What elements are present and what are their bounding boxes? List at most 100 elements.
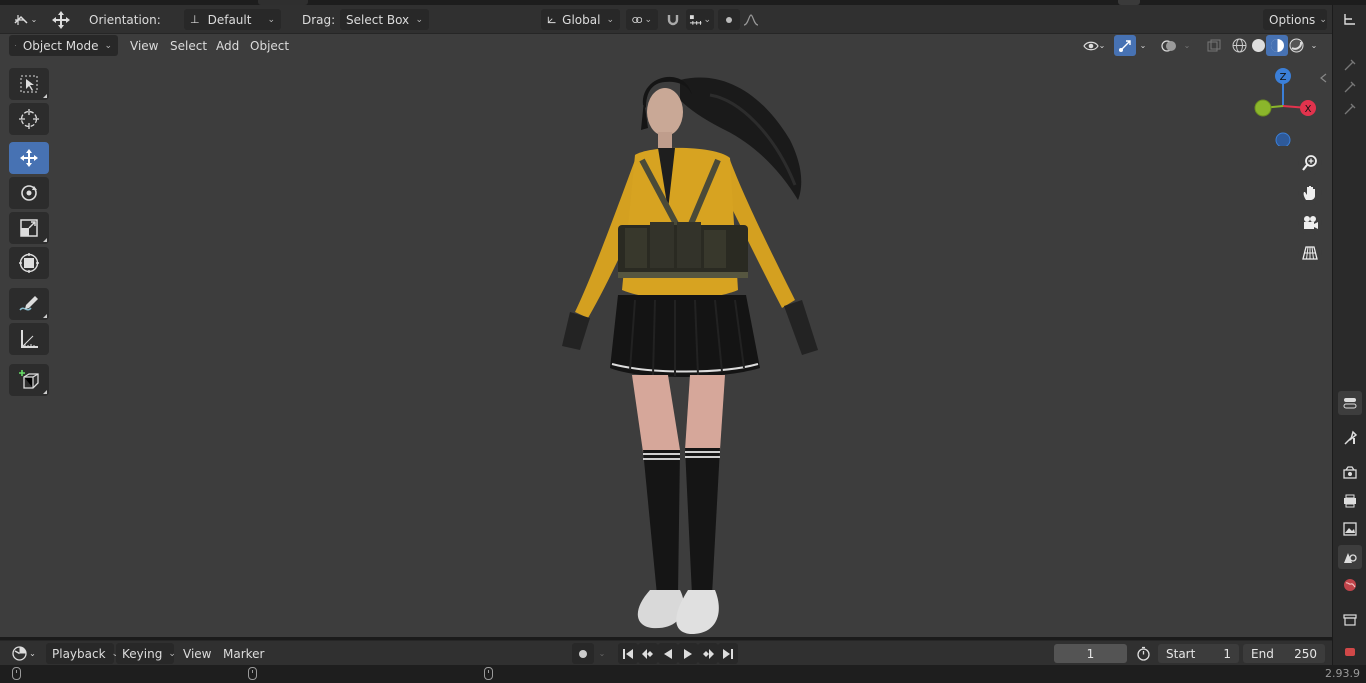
- scene-icon: [1344, 553, 1357, 563]
- menu-select[interactable]: Select: [164, 35, 213, 56]
- tab-render-properties[interactable]: [1338, 461, 1362, 485]
- tab-collection-properties[interactable]: [1338, 608, 1362, 632]
- menu-playback-label: Playback: [52, 646, 106, 661]
- mode-dropdown[interactable]: Object Mode ⌄: [9, 35, 118, 56]
- menu-marker[interactable]: Marker: [217, 643, 270, 664]
- play-button[interactable]: [678, 643, 698, 664]
- camera-view-button[interactable]: [1298, 211, 1322, 235]
- navigation-gizmo[interactable]: Z X: [1248, 66, 1318, 146]
- material-sphere-icon: [1270, 39, 1284, 52]
- xray-icon: [1207, 39, 1221, 51]
- tool-move[interactable]: [9, 142, 49, 174]
- stopwatch-icon: [1136, 646, 1150, 661]
- tab-view-layer-properties[interactable]: [1338, 517, 1362, 541]
- end-frame-field[interactable]: End 250: [1243, 644, 1325, 663]
- bone-tool-3[interactable]: [1338, 97, 1362, 121]
- menu-timeline-view[interactable]: View: [177, 643, 217, 664]
- move-arrows-icon: [20, 149, 38, 167]
- viewport-editor-icon: [14, 14, 28, 25]
- tool-scale[interactable]: [9, 212, 49, 244]
- hand-icon: [1303, 186, 1315, 200]
- outliner-toggle[interactable]: [1338, 8, 1362, 32]
- tool-annotate[interactable]: [9, 288, 49, 320]
- tab-world-properties[interactable]: [1338, 573, 1362, 597]
- bone-tool-1[interactable]: [1338, 53, 1362, 77]
- tool-transform[interactable]: [9, 247, 49, 279]
- menu-playback[interactable]: Playback ⌄: [46, 643, 119, 664]
- menu-view[interactable]: View: [124, 35, 164, 56]
- properties-options[interactable]: [1338, 391, 1362, 415]
- annotate-pencil-icon: [19, 296, 38, 311]
- jump-start-icon: [623, 648, 633, 659]
- perspective-toggle-button[interactable]: [1298, 241, 1322, 265]
- 3d-viewport[interactable]: Object Mode ⌄ View Select Add Object ⌄ ⌄…: [0, 34, 1332, 637]
- tool-measure[interactable]: [9, 323, 49, 355]
- snap-toggle[interactable]: [662, 9, 684, 30]
- start-frame-field[interactable]: Start 1: [1158, 644, 1239, 663]
- jump-end-button[interactable]: [718, 643, 738, 664]
- shading-dropdown[interactable]: ⌄: [1306, 35, 1322, 56]
- eye-icon: [1082, 41, 1099, 50]
- menu-add[interactable]: Add: [210, 35, 245, 56]
- play-reverse-button[interactable]: [658, 643, 678, 664]
- editor-type-button[interactable]: ⌄: [10, 9, 40, 30]
- current-frame-field[interactable]: 1: [1054, 644, 1127, 663]
- camera-icon: [1304, 216, 1318, 229]
- gizmo-dropdown[interactable]: ⌄: [1136, 35, 1150, 56]
- bone-tool-2[interactable]: [1338, 75, 1362, 99]
- chevron-down-icon: ⌄: [267, 14, 275, 25]
- move-tool-icon[interactable]: [50, 9, 72, 30]
- jump-start-button[interactable]: [618, 643, 638, 664]
- snap-target-dropdown[interactable]: ⌄: [686, 9, 714, 30]
- timeline-editor-type-button[interactable]: ⌄: [8, 643, 40, 664]
- options-dropdown[interactable]: Options ⌄: [1263, 9, 1327, 30]
- scale-icon: [20, 219, 38, 237]
- outliner-icon: [1344, 14, 1355, 25]
- jump-keyframe-back-button[interactable]: [638, 643, 658, 664]
- tab-output-properties[interactable]: [1338, 489, 1362, 513]
- end-frame-label: End: [1251, 646, 1274, 661]
- shading-rendered[interactable]: [1285, 35, 1307, 56]
- menu-object[interactable]: Object: [244, 35, 295, 56]
- drag-dropdown[interactable]: Select Box ⌄: [340, 9, 429, 30]
- pan-button[interactable]: [1298, 181, 1322, 205]
- pivot-point-dropdown[interactable]: ⌄: [626, 9, 658, 30]
- add-cube-icon: [19, 370, 39, 389]
- overlays-dropdown[interactable]: ⌄: [1180, 35, 1194, 56]
- chevron-down-icon: ⌄: [104, 40, 112, 51]
- orientation-value: Default: [207, 12, 252, 27]
- tool-add-cube[interactable]: [9, 364, 49, 396]
- visibility-dropdown[interactable]: ⌄: [1078, 35, 1110, 56]
- world-globe-icon: [1344, 579, 1356, 591]
- tab-scene-properties[interactable]: [1338, 545, 1362, 569]
- xray-toggle[interactable]: [1203, 35, 1225, 56]
- auto-keying-toggle[interactable]: [572, 643, 594, 664]
- wrench-screwdriver-icon: [1344, 430, 1358, 445]
- overlays-toggle[interactable]: [1158, 35, 1180, 56]
- chevron-down-icon: ⌄: [1319, 14, 1327, 25]
- tab-object-properties[interactable]: [1338, 645, 1362, 659]
- printer-icon: [1344, 494, 1356, 508]
- tool-select-box[interactable]: [9, 68, 49, 100]
- menu-keying[interactable]: Keying ⌄: [116, 643, 176, 664]
- proportional-editing-toggle[interactable]: [718, 9, 740, 30]
- tool-options-corner: [43, 238, 47, 242]
- options-label: Options: [1269, 12, 1316, 27]
- zoom-button[interactable]: [1298, 151, 1322, 175]
- falloff-dropdown[interactable]: [740, 9, 762, 30]
- keying-set-dropdown[interactable]: ⌄: [594, 643, 610, 664]
- tool-cursor[interactable]: [9, 103, 49, 135]
- gizmo-toggle[interactable]: [1114, 35, 1136, 56]
- properties-toggle-icon: [1343, 398, 1357, 409]
- tool-rotate[interactable]: [9, 177, 49, 209]
- transform-orientation-dropdown[interactable]: Global ⌄: [541, 9, 620, 30]
- tab-tool-properties[interactable]: [1338, 426, 1362, 450]
- pin-icon: [1344, 59, 1356, 71]
- orientation-dropdown[interactable]: ⊥ Default ⌄: [184, 9, 281, 30]
- menu-keying-label: Keying: [122, 646, 163, 661]
- preview-range-toggle[interactable]: [1132, 643, 1154, 664]
- sidebar-toggle-icon[interactable]: [1318, 72, 1330, 84]
- jump-keyframe-forward-button[interactable]: [698, 643, 718, 664]
- character-model[interactable]: [540, 50, 840, 637]
- chevron-down-icon: ⌄: [1310, 41, 1318, 50]
